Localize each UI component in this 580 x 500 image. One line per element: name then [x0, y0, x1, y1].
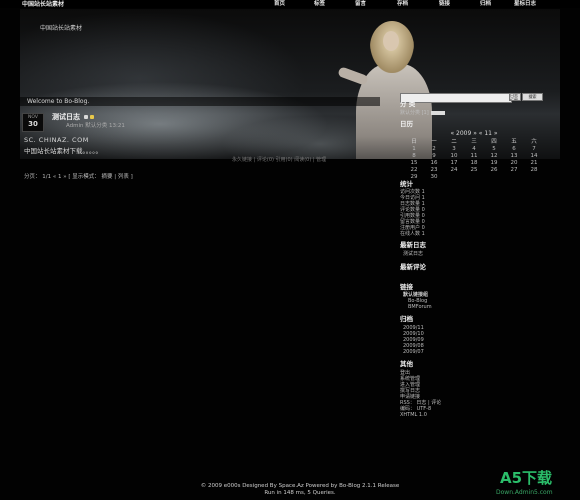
watermark-url: Down.Admin5.com: [496, 489, 553, 496]
calendar-day: 27: [510, 167, 518, 174]
post-date-box: NOV 30: [22, 113, 44, 132]
watermark: A5下载 Down.Admin5.com: [496, 469, 576, 499]
stat-row: 在线人数 1: [400, 231, 425, 237]
nav-links[interactable]: 链接: [439, 1, 450, 8]
nav-guestbook[interactable]: 留言: [355, 1, 366, 8]
footer-credit: © 2009 e000s Designed By Space.Az Powere…: [200, 483, 400, 489]
calendar-day: 6: [512, 146, 516, 153]
link-item[interactable]: BMForum: [408, 304, 432, 310]
calendar-day: [464, 174, 484, 181]
post-day: 30: [28, 120, 38, 129]
calendar-day: 11: [470, 153, 478, 160]
site-slogan: 中国站长站素材: [40, 25, 83, 32]
calendar-day: 7: [532, 146, 536, 153]
calendar: « 2009 » « 11 » 日 一 二 三 四 五 六 1 2 3 4 5 …: [404, 130, 544, 181]
calendar-day: 4: [472, 146, 476, 153]
calendar-day: 16: [430, 160, 438, 167]
top-bar: [0, 0, 580, 8]
pager[interactable]: 分页： 1/1 « 1 » [ 显示模式： 摘要 | 列表 ]: [24, 174, 133, 181]
nav-home[interactable]: 首页: [274, 1, 285, 8]
archives-heading: 归档: [400, 315, 413, 323]
calendar-day: 18: [470, 160, 478, 167]
calendar-dow: 日: [411, 139, 417, 146]
calendar-dow: 五: [511, 139, 517, 146]
stats-heading: 统计: [400, 180, 413, 188]
calendar-dow: 六: [531, 139, 537, 146]
search-type-select[interactable]: 日志标题: [509, 93, 521, 101]
calendar-grid: 日 一 二 三 四 五 六 1 2 3 4 5 6 7 8 9 10 11 12…: [404, 139, 544, 181]
calendar-day: [504, 174, 524, 181]
welcome-text: Welcome to Bo-Blog.: [27, 98, 90, 105]
calendar-day: 24: [450, 167, 458, 174]
calendar-day: 12: [490, 153, 498, 160]
category-rss-icon[interactable]: [430, 110, 445, 115]
weather-icon: [90, 115, 94, 119]
post-footer-links[interactable]: 永久链接 | 评论(0) 引用(0) 阅读(0) | 管理: [232, 157, 326, 163]
category-item[interactable]: 默认分类 [1]: [400, 110, 445, 116]
calendar-day: 1: [412, 146, 416, 153]
latest-post-item[interactable]: 测试日志: [403, 251, 423, 257]
archive-item[interactable]: 2009/07: [403, 349, 424, 355]
calendar-day: 14: [530, 153, 538, 160]
nav-tags[interactable]: 标签: [314, 1, 325, 8]
calendar-day: 2: [432, 146, 436, 153]
calendar-day: 21: [530, 160, 538, 167]
calendar-day: 23: [430, 167, 438, 174]
calendar-dow: 二: [451, 139, 457, 146]
misc-heading: 其他: [400, 360, 413, 368]
nav-archive[interactable]: 存档: [397, 1, 408, 8]
calendar-dow: 三: [471, 139, 477, 146]
calendar-day: 15: [410, 160, 418, 167]
calendar-day: 19: [490, 160, 498, 167]
calendar-day: 8: [412, 153, 416, 160]
categories-heading: 分 类: [400, 100, 416, 108]
post-meta: Admin 默认分类 13:21: [66, 123, 125, 129]
post-icons: [84, 114, 98, 119]
links-heading: 链接: [400, 283, 413, 291]
misc-item[interactable]: XHTML 1.0: [400, 412, 427, 418]
search-button[interactable]: 搜索: [522, 93, 543, 101]
nav-archives[interactable]: 归档: [480, 1, 491, 8]
post-title[interactable]: 测试日志: [52, 113, 80, 121]
calendar-day: [484, 174, 504, 181]
sticky-icon: [84, 115, 88, 119]
calendar-day: 25: [470, 167, 478, 174]
banner-figure-arm: [337, 66, 369, 86]
calendar-nav[interactable]: « 2009 » « 11 »: [404, 130, 544, 137]
nav-starred[interactable]: 星标日志: [514, 1, 536, 8]
calendar-day: 9: [432, 153, 436, 160]
calendar-heading: 日历: [400, 120, 413, 128]
calendar-dow: 四: [491, 139, 497, 146]
calendar-day: [524, 174, 544, 181]
watermark-logo: A5下载: [500, 469, 553, 487]
site-title[interactable]: 中国站长站素材: [22, 1, 64, 8]
calendar-dow: 一: [431, 139, 437, 146]
latest-comments-heading: 最新评论: [400, 263, 426, 271]
calendar-day: 26: [490, 167, 498, 174]
footer-runtime: Run in 148 ms, 5 Queries.: [264, 490, 336, 496]
banner-figure-face: [383, 31, 399, 51]
latest-posts-heading: 最新日志: [400, 241, 426, 249]
calendar-day: 30: [430, 174, 438, 181]
search-input[interactable]: [400, 93, 512, 103]
calendar-day: 28: [530, 167, 538, 174]
calendar-day: 10: [450, 153, 458, 160]
calendar-day: 3: [452, 146, 456, 153]
calendar-day: 13: [510, 153, 518, 160]
post-url: SC. CHINAZ. COM: [24, 136, 89, 144]
category-label[interactable]: 默认分类 [1]: [400, 110, 429, 116]
post-body: 中国站长站素材下载。。。。。: [24, 147, 102, 155]
calendar-day: 5: [492, 146, 496, 153]
calendar-day: 20: [510, 160, 518, 167]
calendar-day: 17: [450, 160, 458, 167]
calendar-day: [444, 174, 464, 181]
calendar-day: 22: [410, 167, 418, 174]
